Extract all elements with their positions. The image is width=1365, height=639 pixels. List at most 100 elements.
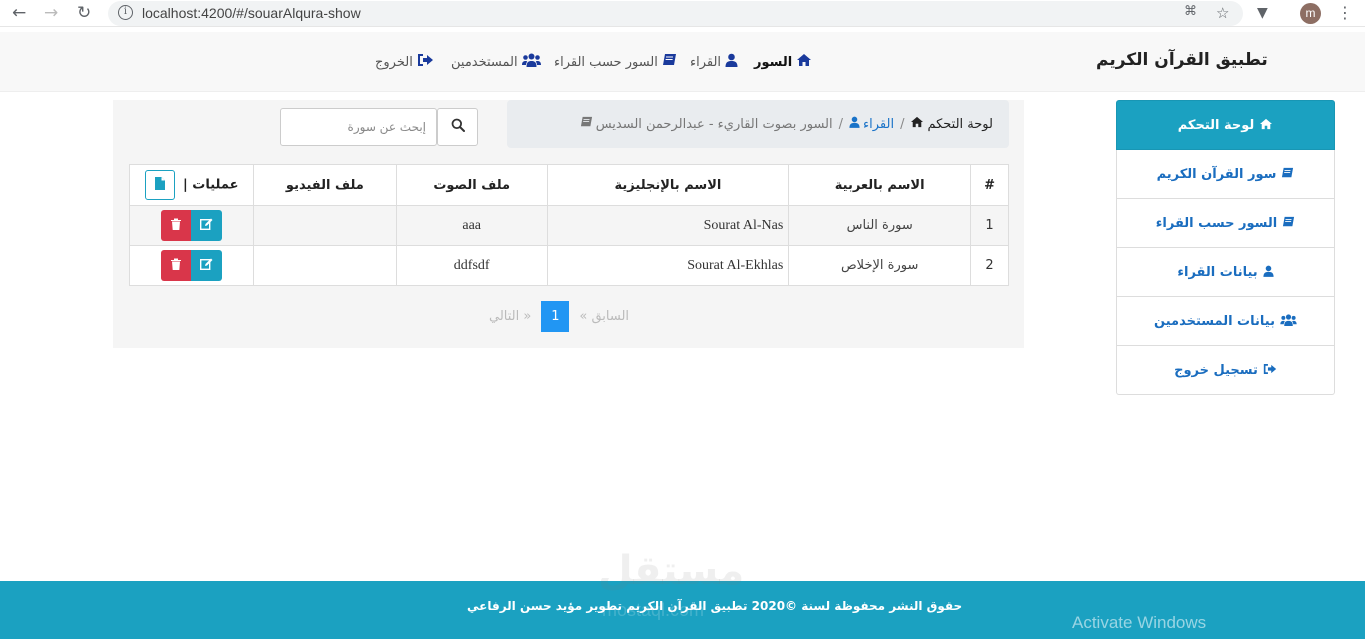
translate-icon[interactable]: ⌘ [1184,4,1197,19]
home-icon [910,116,924,132]
users-icon [1280,313,1297,329]
nav-item-surahs-by-reader[interactable]: السور حسب القراء [554,53,677,71]
breadcrumb-link-label: القراء [863,116,895,132]
browser-chrome: ← → ↻ i localhost:4200/#/souarAlqura-sho… [0,0,1365,27]
bookmark-star-icon[interactable]: ☆ [1216,4,1229,22]
cell-num: 2 [970,245,1009,286]
menu-kebab-icon[interactable]: ⋮ [1337,3,1353,22]
cell-english-name: Sourat Al-Nas [546,205,790,246]
pagination-prev[interactable]: « السابق [569,309,639,324]
cell-video-file [252,205,397,246]
cell-audio-file: ddfsdf [395,245,548,286]
edit-icon [199,218,213,234]
col-header-english: الاسم بالإنجليزية [546,164,790,206]
search-button[interactable] [437,108,478,146]
nav-item-label: الخروج [375,54,413,70]
book-icon [580,116,593,132]
info-icon[interactable]: i [118,5,133,20]
url-text[interactable]: localhost:4200/#/souarAlqura-show [142,5,361,21]
edit-button[interactable] [190,250,222,281]
users-icon [521,53,541,71]
book-icon [1282,216,1295,231]
breadcrumb-current-label: السور بصوت القاريء - عبدالرحمن السديس [595,116,833,132]
sign-out-icon [417,53,434,71]
reload-icon[interactable]: ↻ [77,3,91,23]
sidebar-item-logout[interactable]: تسجيل خروج [1116,346,1335,395]
col-header-video: ملف الفيديو [252,164,397,206]
edit-icon [199,258,213,274]
home-icon [796,53,812,71]
cell-ops [129,205,254,246]
trash-icon [170,258,181,274]
cell-video-file [252,245,397,286]
table-row: 1 سورة الناس Sourat Al-Nas aaa [129,205,1009,246]
sidebar-item-readers-data[interactable]: بيانات القراء [1116,248,1335,297]
file-icon [154,176,165,194]
user-icon [849,116,860,132]
table-row: 2 سورة الإخلاص Sourat Al-Ekhlas ddfsdf [129,245,1009,286]
sidebar-item-label: سور القرآن الكريم [1156,166,1277,182]
sidebar-item-label: تسجيل خروج [1174,362,1258,378]
sidebar-item-quran-surahs[interactable]: سور القرآن الكريم [1116,150,1335,199]
surahs-table: # الاسم بالعربية الاسم بالإنجليزية ملف ا… [129,164,1009,286]
extension-icon[interactable]: ▼ [1257,3,1268,23]
col-header-audio: ملف الصوت [395,164,548,206]
add-surah-button[interactable] [144,170,175,200]
nav-item-logout[interactable]: الخروج [375,53,434,71]
breadcrumb-home-label: لوحة التحكم [927,116,993,132]
pagination-current-page[interactable]: 1 [541,301,570,332]
delete-button[interactable] [160,210,191,241]
sidebar-item-label: بيانات المستخدمين [1154,313,1275,329]
search-icon [451,118,465,136]
user-icon [1263,265,1274,280]
col-header-arabic: الاسم بالعربية [788,164,972,206]
sidebar-item-label: بيانات القراء [1177,264,1258,280]
navbar-brand[interactable]: تطبيق القرآن الكريم [1096,50,1268,70]
watermark-logo-latin: mostaql.com [602,600,705,620]
col-header-num: # [970,164,1009,206]
cell-num: 1 [970,205,1009,246]
sidebar-item-dashboard[interactable]: لوحة التحكم [1116,100,1335,150]
breadcrumb-readers-link[interactable]: القراء [849,116,894,132]
address-bar[interactable]: i localhost:4200/#/souarAlqura-show ⌘ ☆ [108,1,1243,26]
sidebar-item-label: السور حسب القراء [1155,215,1278,231]
profile-avatar[interactable]: m [1300,3,1321,24]
sidebar: لوحة التحكم سور القرآن الكريم السور حسب … [1116,100,1335,395]
edit-button[interactable] [190,210,222,241]
sidebar-item-surahs-by-reader[interactable]: السور حسب القراء [1116,199,1335,248]
cell-audio-file: aaa [395,205,548,246]
nav-item-label: السور [754,54,793,70]
nav-item-users[interactable]: المستخدمين [451,53,541,71]
breadcrumb-home[interactable]: لوحة التحكم [910,116,993,132]
footer-copyright: حقوق النشر محفوظة لسنة ©2020 تطبيق القرآ… [467,599,963,613]
watermark-logo: مستقل [598,548,745,594]
pagination: التالي » 1 « السابق [479,301,639,332]
sign-out-icon [1263,363,1277,378]
user-icon [725,53,738,71]
breadcrumb: لوحة التحكم / القراء / السور بصوت القاري… [507,100,1009,148]
nav-item-surahs[interactable]: السور [754,53,812,71]
pagination-next[interactable]: التالي » [479,309,541,324]
top-navbar: تطبيق القرآن الكريم السور القراء السور ح… [0,32,1365,92]
breadcrumb-separator: / [838,116,844,132]
book-icon [1281,167,1294,182]
cell-arabic-name: سورة الناس [788,205,972,246]
sidebar-item-users-data[interactable]: بيانات المستخدمين [1116,297,1335,346]
table-header-row: # الاسم بالعربية الاسم بالإنجليزية ملف ا… [129,164,1009,206]
forward-arrow-icon[interactable]: → [44,3,58,23]
sidebar-item-label: لوحة التحكم [1177,117,1255,133]
main-panel: لوحة التحكم / القراء / السور بصوت القاري… [113,100,1024,348]
home-icon [1259,118,1273,133]
back-arrow-icon[interactable]: ← [12,3,26,23]
delete-button[interactable] [160,250,191,281]
nav-item-readers[interactable]: القراء [690,53,738,71]
nav-item-label: القراء [690,54,722,70]
search-input[interactable] [280,108,437,146]
col-header-ops: عمليات | [129,164,254,206]
breadcrumb-current: السور بصوت القاريء - عبدالرحمن السديس [580,116,833,132]
nav-item-label: المستخدمين [451,54,518,70]
book-icon [662,53,677,71]
cell-ops [129,245,254,286]
breadcrumb-separator: / [900,116,905,132]
activate-windows-notice: Activate Windows [1072,613,1207,632]
